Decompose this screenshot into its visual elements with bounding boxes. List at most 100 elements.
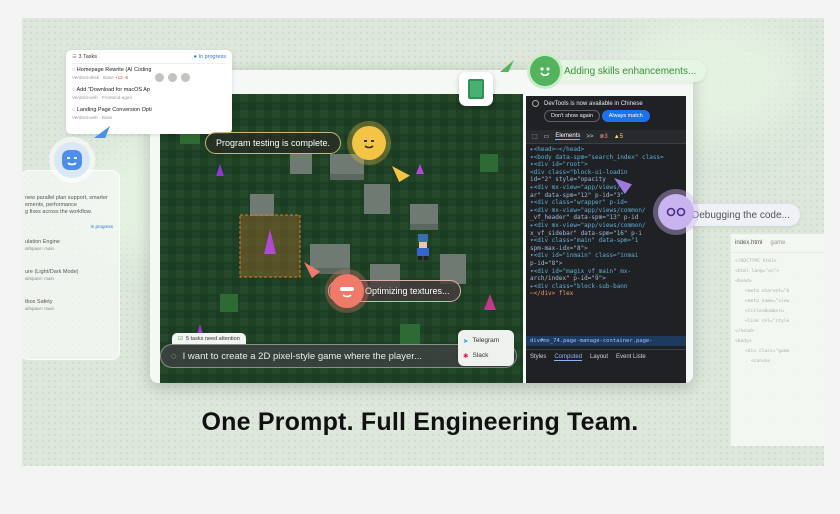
ghost-status: In progress <box>90 224 113 229</box>
dom-node[interactable]: ▾<div id="root"> <box>530 161 682 169</box>
ghost-item-sub: al/space: main <box>25 276 55 281</box>
agent-face-icon <box>340 287 354 298</box>
error-count-value: 3 <box>604 134 608 141</box>
bubble-text: Program testing is complete. <box>216 138 331 148</box>
tab-layout[interactable]: Layout <box>590 354 608 361</box>
slack-icon: ✱ <box>463 352 469 360</box>
dom-node[interactable]: ▸<div mx-view="app/views/common/ <box>530 222 682 230</box>
tab-computed[interactable]: Computed <box>554 354 583 361</box>
task-diff: +12 -6 <box>114 75 129 80</box>
ghost-line: g fixes across the workflow. <box>25 209 92 215</box>
ghost-item-title: tbox Safety <box>25 299 53 305</box>
status-bubble-adding: Adding skills enhancements... <box>530 56 707 86</box>
tasks-count: 3 Tasks <box>78 54 98 60</box>
task-item[interactable]: ◌ Add "Download for macOS Ap Verdent-web… <box>72 87 226 100</box>
dom-node[interactable]: ▸<div class="block-sub-bann <box>530 283 682 291</box>
code-line: <div class="game <box>745 349 790 354</box>
code-line: <body> <box>735 339 752 344</box>
bubble-text: Adding skills enhancements... <box>564 65 697 77</box>
agent-face-icon <box>364 140 374 149</box>
styles-tabbar: Styles Computed Layout Event Liste <box>526 349 686 365</box>
agent-avatar-red <box>330 274 364 308</box>
code-line: <meta charset="U <box>745 289 790 294</box>
dom-node[interactable]: ▾<div id="magix_vf_main" mx- <box>530 268 682 276</box>
agent-face-icon <box>666 207 686 217</box>
attention-text: 5 tasks need attention <box>185 335 240 342</box>
always-match-button[interactable]: Always match <box>601 110 650 123</box>
more-tabs-button[interactable]: >> <box>586 134 593 140</box>
task-title: Add "Download for macOS Ap <box>76 87 151 93</box>
code-line: <head> <box>735 279 752 284</box>
ghost-item-sub: al/space: main <box>25 306 55 311</box>
ghost-item: ure (Light/Dark Mode) al/space: main <box>25 269 113 281</box>
dom-node[interactable]: arch/index" p-id="9"> <box>530 275 682 283</box>
element-breadcrumb[interactable]: div#mx_74.page-manage-container.page- <box>526 336 686 346</box>
code-line: </head> <box>735 329 755 334</box>
code-line: <link rel="style <box>745 319 790 324</box>
code-line: <!DOCTYPE html> <box>735 259 777 264</box>
dom-node[interactable]: ▾<body data-spm="search_index" class= <box>530 154 682 162</box>
ghost-item: tbox Safety al/space: main <box>25 299 113 311</box>
ghost-item-title: ure (Light/Dark Mode) <box>25 269 79 275</box>
code-line: <title>Bomberu <box>745 309 784 314</box>
check-icon: ☑ <box>178 335 183 342</box>
dom-node[interactable]: spm-max-idx="8"> <box>530 245 682 253</box>
dom-node[interactable]: ▾<div id="inmain" class="inmai <box>530 252 682 260</box>
devtools-tabbar: ⬚ ▭ Elements >> ⊗3 ▲5 <box>526 130 686 145</box>
task-title: Landing Page Conversion Opti <box>76 107 152 113</box>
ghost-line: new parallel plan support, smarter <box>25 195 108 201</box>
tab-elements[interactable]: Elements <box>555 133 581 141</box>
prompt-text: I want to create a 2D pixel-style game w… <box>182 350 422 362</box>
telegram-icon: ➤ <box>463 337 469 345</box>
tab-styles[interactable]: Styles <box>530 354 546 361</box>
dom-node[interactable]: ▾<div class="main" data-spm="1 <box>530 237 682 245</box>
error-count[interactable]: ⊗3 <box>599 133 607 140</box>
dom-node[interactable]: ▸<head>⋯</head> <box>530 146 682 154</box>
dom-node[interactable]: x_vf_sidebar" data-spm="16" p-i <box>530 230 682 238</box>
agent-avatar-purple <box>658 194 694 230</box>
dom-node[interactable]: ▸<div mx-view="app/views/co <box>530 184 682 192</box>
channel-label: Telegram <box>472 337 500 344</box>
ghost-item-title: ulation Engine <box>25 239 60 245</box>
channel-option-slack[interactable]: ✱ Slack <box>463 348 509 363</box>
spinner-icon: ◌ <box>171 350 177 362</box>
task-sub: Verdent-web · Frontend-agen <box>72 95 133 100</box>
inspect-icon[interactable]: ⬚ <box>532 133 538 140</box>
dom-node[interactable]: ⋯</div> flex <box>530 290 682 298</box>
dom-node[interactable]: <div class="block-ui-loadin <box>530 169 682 177</box>
task-item[interactable]: ◌ Landing Page Conversion Opti Verdent-w… <box>72 107 226 120</box>
editor-tab[interactable]: index.html <box>735 240 762 246</box>
code-lines: <!DOCTYPE html> <html lang="en"> <head> … <box>731 253 824 371</box>
tasks-status: In progress <box>198 54 226 60</box>
attention-notice[interactable]: ☑ 5 tasks need attention <box>172 333 246 344</box>
task-sub: Verdent-desk · Base <box>72 75 114 80</box>
dom-node[interactable]: p-id="8"> <box>530 260 682 268</box>
editor-tab[interactable]: game <box>770 240 785 246</box>
tab-event-listeners[interactable]: Event Liste <box>616 354 646 361</box>
info-icon <box>532 100 539 107</box>
ghost-item: ulation Engine al/space: main <box>25 239 113 251</box>
ghost-line: ements, performance <box>25 202 77 208</box>
agent-avatar-blue <box>54 142 90 178</box>
dont-show-again-button[interactable]: Don't show again <box>544 110 601 123</box>
bubble-text: Debugging the code... <box>692 209 790 221</box>
code-line: <html lang="en"> <box>735 269 780 274</box>
code-line: <canvas <box>751 359 771 364</box>
hero-canvas: new parallel plan support, smarter ement… <box>22 18 824 466</box>
code-line: <meta name="view <box>745 299 790 304</box>
channel-label: Slack <box>472 352 489 359</box>
agent-avatar-yellow <box>352 126 386 160</box>
status-bubble-testing: Program testing is complete. <box>205 132 342 154</box>
agent-face-icon <box>530 56 560 86</box>
status-bubble-debugging: Debugging the code... <box>682 204 800 226</box>
devtools-language-banner: DevTools is now available in Chinese Don… <box>526 96 686 126</box>
dom-node[interactable]: ar" data-spm="12" p-id="3" <box>530 192 682 200</box>
device-icon[interactable]: ▭ <box>544 133 550 140</box>
dom-node[interactable]: id="2" style="opacity <box>530 176 682 184</box>
channel-menu: ➤ Telegram ✱ Slack <box>458 330 514 366</box>
agent-face-icon <box>62 150 82 170</box>
warning-count-value: 5 <box>619 133 624 140</box>
warning-count[interactable]: ▲5 <box>614 134 623 140</box>
channel-option-telegram[interactable]: ➤ Telegram <box>463 333 509 348</box>
task-item[interactable]: ◌ Homepage Rewrite (AI Coding Verdent-de… <box>72 67 226 80</box>
